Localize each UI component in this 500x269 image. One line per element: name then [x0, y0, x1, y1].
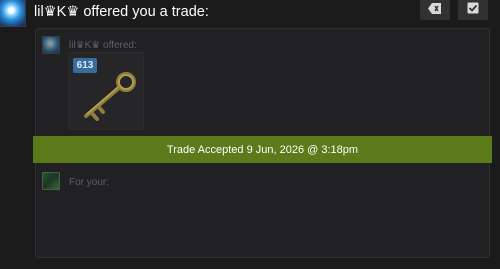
trade-header-title: lil♛K♛ offered you a trade: — [34, 4, 209, 20]
acknowledge-button[interactable] — [458, 0, 488, 20]
dismiss-button[interactable] — [420, 0, 450, 20]
your-items-label: For your: — [69, 177, 110, 188]
offer-avatar[interactable] — [42, 36, 60, 54]
erase-tag-icon — [428, 1, 442, 19]
trade-status-text: Trade Accepted 9 Jun, 2026 @ 3:18pm — [166, 143, 359, 156]
sender-avatar[interactable] — [0, 0, 26, 27]
key-icon — [72, 66, 142, 126]
offer-label: lil♛K♛ offered: — [69, 40, 137, 51]
checkbox-check-icon — [467, 1, 479, 19]
your-avatar[interactable] — [42, 172, 60, 190]
trade-status-banner: Trade Accepted 9 Jun, 2026 @ 3:18pm — [33, 136, 492, 163]
